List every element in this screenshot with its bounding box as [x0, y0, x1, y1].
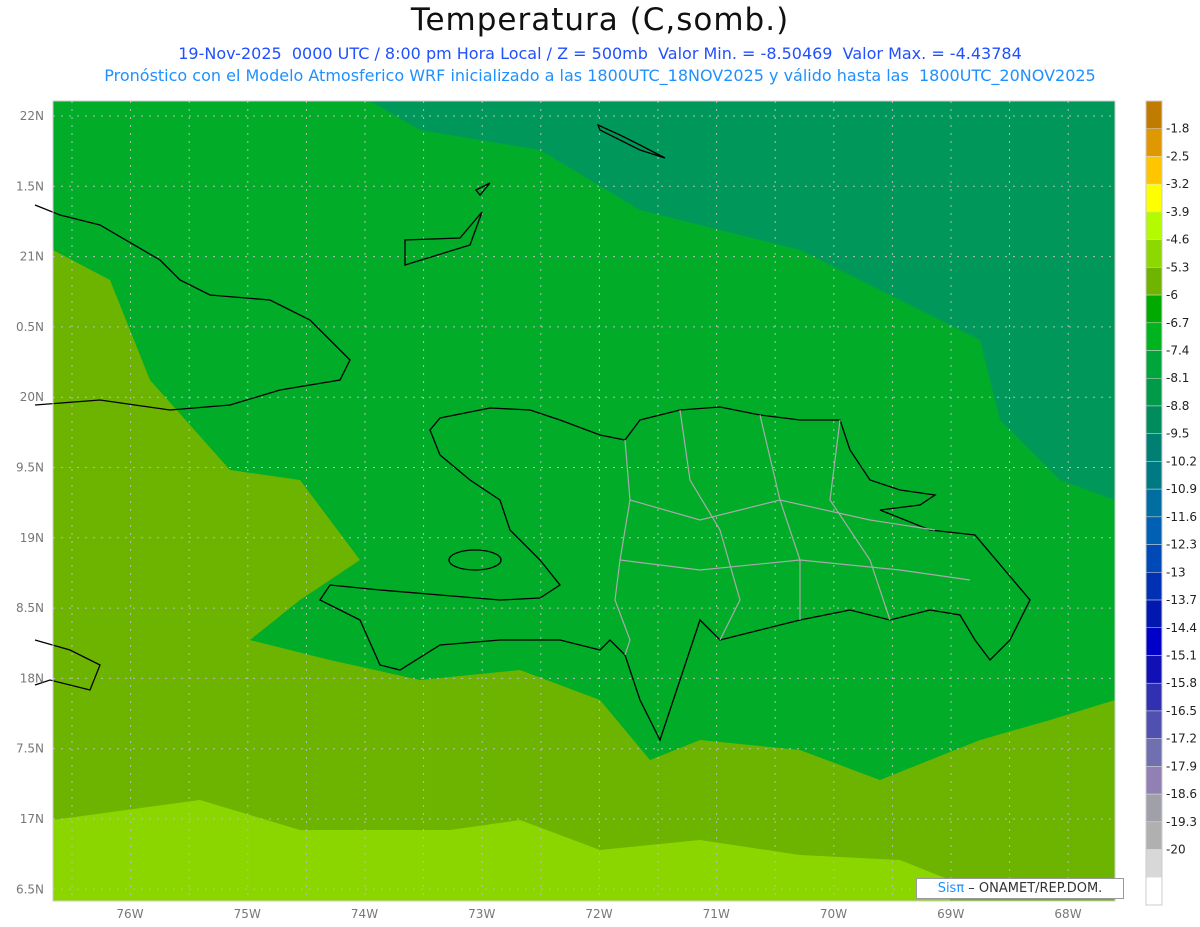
subtitle-model-info: Pronóstico con el Modelo Atmosferico WRF…: [104, 66, 1096, 85]
colorbar-label: -15.8: [1166, 676, 1197, 690]
colorbar-label: -6: [1166, 288, 1178, 302]
colorbar-label: -11.6: [1166, 510, 1197, 524]
colorbar-swatch: [1145, 599, 1163, 629]
latitude-label: 7.5N: [16, 742, 44, 756]
colorbar-swatch: [1145, 100, 1163, 129]
colorbar-swatch: [1145, 211, 1163, 240]
colorbar-label: -9.5: [1166, 427, 1189, 441]
colorbar-swatch: [1145, 377, 1163, 407]
colorbar-label: -17.2: [1166, 732, 1197, 746]
colorbar-swatch: [1145, 544, 1163, 573]
colorbar-swatch: [1145, 793, 1163, 823]
colorbar-label: -4.6: [1166, 233, 1189, 247]
colorbar-label: -10.9: [1166, 482, 1197, 496]
colorbar-label: -1.8: [1166, 122, 1189, 136]
longitude-label: 75W: [234, 907, 261, 921]
longitude-label: 71W: [703, 907, 730, 921]
colorbar-label: -3.9: [1166, 205, 1189, 219]
colorbar: -1.8 -2.5 -3.2 -3.9 -4.6 -5.3 -6 -6.7 -7.4 -8.1 -8…: [1145, 100, 1197, 906]
colorbar-label: -12.3: [1166, 538, 1197, 552]
subtitle-valid-time: 19-Nov-2025 0000 UTC / 8:00 pm Hora Loca…: [178, 44, 1022, 63]
colorbar-swatch: [1145, 294, 1163, 324]
colorbar-swatch: [1145, 128, 1163, 157]
longitude-label: 74W: [351, 907, 378, 921]
colorbar-label: -13: [1166, 565, 1186, 579]
map-title: Temperatura (C,somb.): [410, 2, 790, 38]
colorbar-swatch: [1145, 627, 1163, 656]
latitude-label: 0.5N: [16, 320, 44, 334]
colorbar-label: -19.3: [1166, 815, 1197, 829]
colorbar-swatch: [1145, 267, 1163, 296]
longitude-label: 76W: [116, 907, 143, 921]
latitude-label: 9.5N: [16, 461, 44, 475]
colorbar-label: -20: [1166, 843, 1186, 857]
credit-brand: Sisπ: [937, 881, 965, 896]
colorbar-swatch: [1145, 516, 1163, 545]
longitude-label: 69W: [937, 907, 964, 921]
colorbar-swatch: [1145, 239, 1163, 268]
colorbar-swatch: [1145, 655, 1163, 684]
longitude-labels: 76W 75W 74W 73W 72W 71W 70W 69W 68W: [116, 907, 1081, 921]
colorbar-swatch: [1145, 849, 1163, 878]
colorbar-swatch: [1145, 682, 1163, 712]
latitude-label: 20N: [20, 390, 44, 404]
colorbar-swatch: [1145, 461, 1163, 490]
map-canvas: 76W 75W 74W 73W 72W 71W 70W 69W 68W 22N 1.5N 21N 0.…: [16, 100, 1197, 921]
latitude-label: 22N: [20, 109, 44, 123]
colorbar-label: -6.7: [1166, 316, 1189, 330]
colorbar-label: -13.7: [1166, 593, 1197, 607]
colorbar-swatch: [1145, 738, 1163, 767]
latitude-label: 17N: [20, 812, 44, 826]
longitude-label: 73W: [468, 907, 495, 921]
credit-text: – ONAMET/REP.DOM.: [964, 881, 1103, 896]
latitude-label: 21N: [20, 250, 44, 264]
latitude-label: 18N: [20, 671, 44, 685]
colorbar-label: -8.8: [1166, 399, 1189, 413]
colorbar-label: -17.9: [1166, 759, 1197, 773]
longitude-label: 68W: [1054, 907, 1081, 921]
colorbar-label: -16.5: [1166, 704, 1197, 718]
latitude-labels: 22N 1.5N 21N 0.5N 20N 9.5N 19N 8.5N 18N 7.5N 17N 6.…: [16, 109, 44, 896]
colorbar-swatch: [1145, 433, 1163, 462]
colorbar-label: -2.5: [1166, 149, 1189, 163]
colorbar-swatch: [1145, 766, 1163, 795]
colorbar-swatch: [1145, 350, 1163, 379]
latitude-label: 6.5N: [16, 882, 44, 896]
longitude-label: 70W: [820, 907, 847, 921]
temperature-field: [53, 101, 1115, 901]
colorbar-label: -5.3: [1166, 260, 1189, 274]
colorbar-label: -14.4: [1166, 621, 1197, 635]
longitude-label: 72W: [585, 907, 612, 921]
colorbar-swatch: [1145, 183, 1163, 213]
colorbar-swatch: [1145, 710, 1163, 739]
latitude-label: 8.5N: [16, 601, 44, 615]
colorbar-label: -10.2: [1166, 454, 1197, 468]
colorbar-label: -3.2: [1166, 177, 1189, 191]
colorbar-label: -15.1: [1166, 648, 1197, 662]
colorbar-swatch: [1145, 488, 1163, 518]
latitude-label: 1.5N: [16, 179, 44, 193]
credit-box: Sisπ – ONAMET/REP.DOM.: [916, 878, 1124, 899]
colorbar-swatch: [1145, 156, 1163, 185]
colorbar-swatch: [1145, 322, 1163, 351]
colorbar-swatch: [1145, 405, 1163, 434]
colorbar-swatch: [1145, 572, 1163, 601]
latitude-label: 19N: [20, 531, 44, 545]
colorbar-swatch: [1145, 877, 1163, 906]
colorbar-label: -18.6: [1166, 787, 1197, 801]
colorbar-label: -8.1: [1166, 371, 1189, 385]
colorbar-swatch: [1145, 821, 1163, 850]
colorbar-label: -7.4: [1166, 344, 1189, 358]
